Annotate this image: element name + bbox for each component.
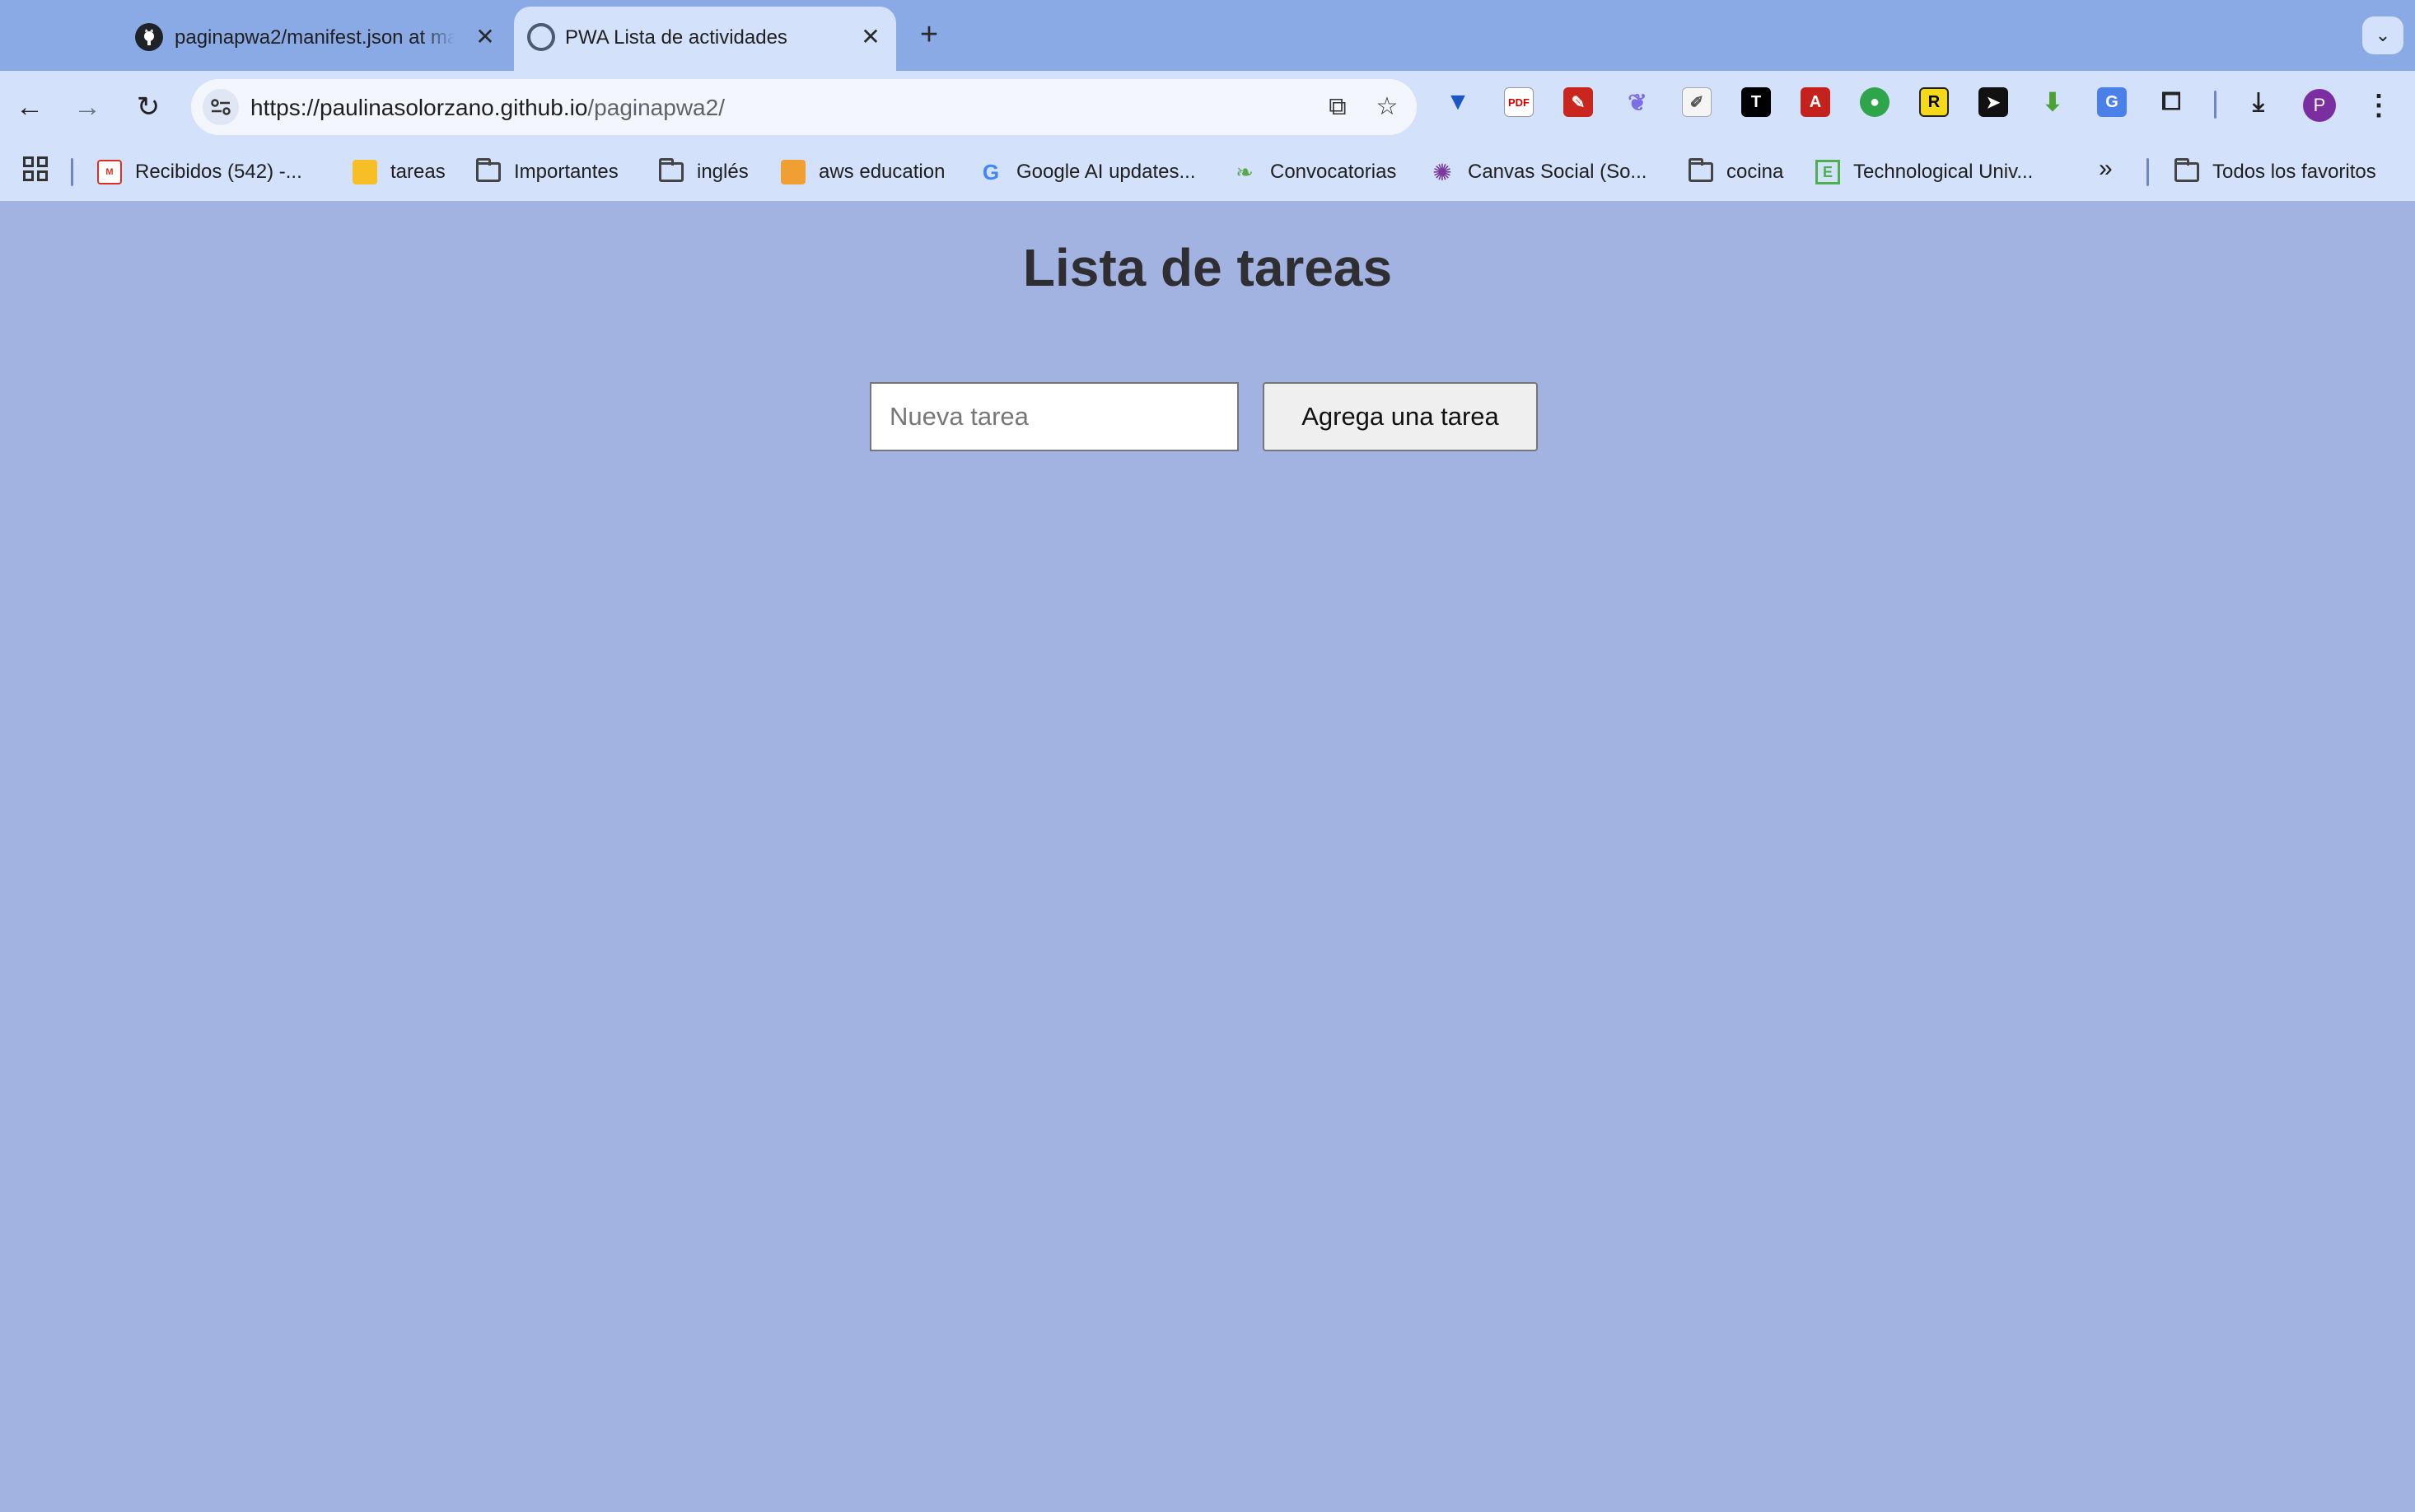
bookmark-label: Importantes: [514, 161, 619, 183]
close-icon[interactable]: ✕: [857, 23, 885, 51]
new-task-input[interactable]: [870, 382, 1239, 451]
r-extension-icon[interactable]: R: [1919, 87, 1949, 117]
bookmark-cocina[interactable]: cocina: [1689, 155, 1783, 189]
t-extension-icon[interactable]: T: [1741, 87, 1771, 117]
bookmark-canvas[interactable]: ✺ Canvas Social (So...: [1430, 155, 1647, 189]
tab-strip: paginapwa2/manifest.json at main ✕ PWA L…: [0, 0, 2415, 71]
extensions-puzzle-icon[interactable]: ⧠: [2156, 87, 2186, 117]
chevron-down-icon: ⌄: [2375, 25, 2391, 45]
bookmark-all-favorites[interactable]: Todos los favoritos: [2174, 155, 2376, 189]
tab-manifest[interactable]: paginapwa2/manifest.json at main ✕: [124, 7, 511, 71]
record-extension-icon[interactable]: ●: [1860, 87, 1889, 117]
tab-title: PWA Lista de actividades: [565, 26, 787, 49]
leaf-icon: ❧: [1236, 159, 1254, 184]
bookmark-convocatorias[interactable]: ❧ Convocatorias: [1232, 155, 1396, 189]
bookmark-label: Recibidos (542) -...: [135, 161, 302, 183]
translate-extension-icon[interactable]: G: [2097, 87, 2127, 117]
bookmark-label: Google AI updates...: [1016, 161, 1196, 183]
google-icon: G: [982, 159, 1000, 184]
bookmark-label: Canvas Social (So...: [1468, 161, 1647, 183]
page-content: Lista de tareas Agrega una tarea: [0, 201, 2415, 1512]
bookmark-google-ai[interactable]: G Google AI updates...: [979, 155, 1196, 189]
bookmark-label: tareas: [390, 161, 446, 183]
send-extension-icon[interactable]: ➤: [1978, 87, 2008, 117]
folder-icon: [2174, 158, 2199, 182]
star-icon[interactable]: ☆: [1371, 91, 1404, 124]
forward-button[interactable]: →: [68, 87, 107, 127]
feather-extension-icon[interactable]: ❦: [1623, 87, 1652, 117]
apps-grid-icon[interactable]: [23, 156, 48, 181]
address-bar[interactable]: https://paulinasolorzano.github.io/pagin…: [191, 79, 1417, 135]
close-icon[interactable]: ✕: [471, 23, 499, 51]
profile-avatar[interactable]: P: [2303, 89, 2336, 122]
gmail-icon: M: [97, 160, 122, 184]
bookmark-tareas[interactable]: tareas: [353, 155, 446, 189]
tab-title: paginapwa2/manifest.json at main: [175, 26, 455, 49]
globe-icon: [527, 23, 555, 51]
bookmark-label: cocina: [1726, 161, 1784, 183]
pen-extension-icon[interactable]: ✎: [1563, 87, 1593, 117]
canvas-icon: ✺: [1432, 159, 1452, 185]
bookmark-label: inglés: [697, 161, 749, 183]
download-arrow-extension-icon[interactable]: ⬇: [2038, 87, 2067, 117]
reload-button[interactable]: ↻: [128, 87, 168, 127]
back-button[interactable]: ←: [10, 87, 49, 127]
notes-extension-icon[interactable]: ✐: [1682, 87, 1712, 117]
github-icon: [135, 23, 163, 51]
url-text[interactable]: https://paulinasolorzano.github.io/pagin…: [250, 95, 725, 121]
page-title: Lista de tareas: [1022, 238, 1393, 297]
url-path: /paginapwa2/: [587, 95, 725, 120]
bookmark-technological[interactable]: E Technological Univ...: [1815, 155, 2033, 189]
download-icon[interactable]: ⤓: [2244, 86, 2273, 117]
open-in-app-icon[interactable]: ⧉: [1321, 91, 1354, 124]
toolbar-divider: [2214, 91, 2216, 119]
e-icon: E: [1815, 160, 1840, 184]
bookmark-label: Convocatorias: [1270, 161, 1397, 183]
tab-pwa[interactable]: PWA Lista de actividades ✕: [514, 7, 896, 71]
folder-icon: [476, 158, 501, 182]
extension-shield-icon[interactable]: ▼: [1443, 87, 1473, 117]
folder-icon: [1689, 158, 1713, 182]
bookmark-label: Todos los favoritos: [2212, 161, 2376, 183]
menu-icon[interactable]: ⋮: [2364, 86, 2394, 125]
keep-icon: [353, 160, 377, 184]
bookmark-recibidos[interactable]: M Recibidos (542) -...: [97, 155, 302, 189]
bookmark-label: Technological Univ...: [1853, 161, 2034, 183]
url-host: https://paulinasolorzano.github.io: [250, 95, 588, 120]
add-task-button[interactable]: Agrega una tarea: [1263, 382, 1538, 451]
more-bookmarks-icon[interactable]: »: [2099, 155, 2113, 183]
acrobat-extension-icon[interactable]: A: [1801, 87, 1830, 117]
browser-chrome: paginapwa2/manifest.json at main ✕ PWA L…: [0, 0, 2415, 201]
bookmark-importantes[interactable]: Importantes: [476, 155, 619, 189]
aws-icon: [781, 160, 806, 184]
bookmarks-divider: [2146, 158, 2149, 186]
bookmark-ingles[interactable]: inglés: [659, 155, 749, 189]
bookmark-aws[interactable]: aws education: [781, 155, 945, 189]
bookmarks-divider: [71, 158, 73, 186]
new-tab-button[interactable]: +: [913, 18, 946, 51]
site-info-icon[interactable]: [203, 89, 239, 125]
tab-search-button[interactable]: ⌄: [2362, 16, 2403, 54]
folder-icon: [659, 158, 684, 182]
bookmark-label: aws education: [819, 161, 946, 183]
ilovepdf-extension-icon[interactable]: PDF: [1504, 87, 1534, 117]
